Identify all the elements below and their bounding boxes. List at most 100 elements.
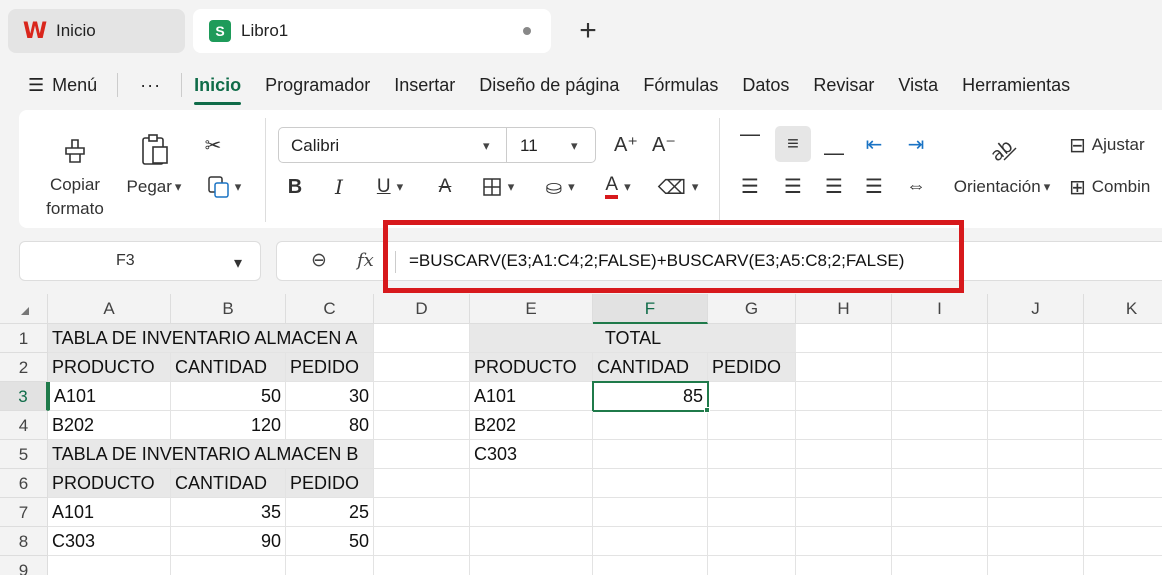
cell-a6[interactable]: PRODUCTO bbox=[48, 469, 171, 498]
copy-format-label-1[interactable]: Copiar bbox=[35, 174, 115, 196]
cell-b2[interactable]: CANTIDAD bbox=[171, 353, 286, 382]
row-header-7[interactable]: 7 bbox=[0, 498, 48, 527]
cell-a1[interactable]: TABLA DE INVENTARIO ALMACEN A bbox=[48, 324, 374, 353]
cell-f2[interactable]: CANTIDAD bbox=[593, 353, 708, 382]
column-header-a[interactable]: A bbox=[48, 294, 171, 324]
orientation-button[interactable]: Orientación ▾ bbox=[945, 176, 1059, 198]
merge-cells-button[interactable]: ⊞ Combin bbox=[1069, 172, 1162, 202]
borders-button[interactable]: ▾ bbox=[475, 172, 521, 202]
fill-color-button[interactable]: ⛀ ▾ bbox=[537, 172, 583, 202]
row-header-4[interactable]: 4 bbox=[0, 411, 48, 440]
new-tab-button[interactable]: + bbox=[574, 14, 602, 48]
row-header-1[interactable]: 1 bbox=[0, 324, 48, 353]
select-all-corner[interactable] bbox=[0, 294, 48, 324]
align-top-icon[interactable]: ⎺ bbox=[735, 128, 765, 160]
hamburger-icon[interactable]: ☰ bbox=[28, 75, 44, 96]
clear-format-button[interactable]: ⌫ ▾ bbox=[655, 172, 701, 202]
cell-c8[interactable]: 50 bbox=[286, 527, 374, 556]
menu-item-revisar[interactable]: Revisar bbox=[813, 75, 874, 96]
menu-item-programador[interactable]: Programador bbox=[265, 75, 370, 96]
more-options-button[interactable]: ··· bbox=[140, 75, 161, 96]
font-size-dropdown[interactable]: 11 bbox=[520, 136, 538, 156]
column-header-j[interactable]: J bbox=[988, 294, 1084, 324]
chevron-down-icon[interactable]: ▾ bbox=[234, 253, 242, 273]
column-header-h[interactable]: H bbox=[796, 294, 892, 324]
increase-font-icon[interactable]: A⁺ bbox=[611, 128, 641, 160]
cell-a2[interactable]: PRODUCTO bbox=[48, 353, 171, 382]
name-box[interactable]: F3 ▾ bbox=[19, 241, 261, 281]
row-header-8[interactable]: 8 bbox=[0, 527, 48, 556]
decrease-indent-icon[interactable]: ⇤ bbox=[859, 128, 889, 160]
cell-a3[interactable]: A101 bbox=[48, 382, 171, 411]
column-header-k[interactable]: K bbox=[1084, 294, 1162, 324]
cell-a8[interactable]: C303 bbox=[48, 527, 171, 556]
cell-a4[interactable]: B202 bbox=[48, 411, 171, 440]
zoom-formula-icon[interactable]: ⊖ bbox=[311, 249, 327, 272]
paste-button[interactable]: Pegar ▾ bbox=[122, 176, 186, 198]
cell-b4[interactable]: 120 bbox=[171, 411, 286, 440]
cell-g2[interactable]: PEDIDO bbox=[708, 353, 796, 382]
menu-button[interactable]: Menú bbox=[52, 75, 97, 96]
tab-workbook[interactable]: S Libro1 bbox=[193, 9, 551, 53]
row-header-6[interactable]: 6 bbox=[0, 469, 48, 498]
menu-item-formulas[interactable]: Fórmulas bbox=[643, 75, 718, 96]
cell-a7[interactable]: A101 bbox=[48, 498, 171, 527]
bold-icon[interactable]: B bbox=[281, 172, 309, 202]
menu-item-datos[interactable]: Datos bbox=[742, 75, 789, 96]
column-header-f[interactable]: F bbox=[593, 294, 708, 324]
row-header-9[interactable]: 9 bbox=[0, 556, 48, 575]
column-header-e[interactable]: E bbox=[470, 294, 593, 324]
underline-button[interactable]: U ▾ bbox=[367, 172, 413, 202]
cell-f3-active[interactable]: 85 bbox=[592, 381, 709, 412]
strikethrough-icon[interactable]: A bbox=[431, 172, 459, 202]
cell-f1-total[interactable]: TOTAL bbox=[470, 324, 796, 353]
copy-button[interactable]: ▾ bbox=[199, 172, 249, 202]
decrease-font-icon[interactable]: A⁻ bbox=[649, 128, 679, 160]
menu-item-vista[interactable]: Vista bbox=[898, 75, 938, 96]
font-color-button[interactable]: A ▾ bbox=[595, 172, 641, 202]
wrap-text-button[interactable]: ⊟ Ajustar bbox=[1069, 130, 1162, 160]
cell-c3[interactable]: 30 bbox=[286, 382, 374, 411]
column-header-i[interactable]: I bbox=[892, 294, 988, 324]
justify-icon[interactable]: ☰ bbox=[859, 170, 889, 202]
cell-c2[interactable]: PEDIDO bbox=[286, 353, 374, 382]
align-left-icon[interactable]: ☰ bbox=[735, 170, 765, 202]
chevron-down-icon[interactable]: ▾ bbox=[571, 138, 578, 154]
menu-item-insertar[interactable]: Insertar bbox=[394, 75, 455, 96]
cell-c4[interactable]: 80 bbox=[286, 411, 374, 440]
cell-c7[interactable]: 25 bbox=[286, 498, 374, 527]
cell-a5[interactable]: TABLA DE INVENTARIO ALMACEN B bbox=[48, 440, 374, 469]
column-header-d[interactable]: D bbox=[374, 294, 470, 324]
fill-handle[interactable] bbox=[704, 407, 710, 413]
cell-e2[interactable]: PRODUCTO bbox=[470, 353, 593, 382]
align-bottom-icon[interactable]: ⎽ bbox=[819, 128, 849, 160]
tab-home[interactable]: W Inicio bbox=[8, 9, 185, 53]
font-name-dropdown[interactable]: Calibri bbox=[291, 136, 339, 156]
copy-format-label-2[interactable]: formato bbox=[35, 198, 115, 220]
row-header-5[interactable]: 5 bbox=[0, 440, 48, 469]
distributed-icon[interactable]: ⇔ bbox=[901, 170, 931, 202]
row-header-3[interactable]: 3 bbox=[0, 382, 48, 411]
italic-icon[interactable]: I bbox=[325, 172, 353, 202]
cell-c6[interactable]: PEDIDO bbox=[286, 469, 374, 498]
column-header-g[interactable]: G bbox=[708, 294, 796, 324]
align-middle-icon[interactable]: ≡ bbox=[778, 128, 808, 160]
align-right-icon[interactable]: ☰ bbox=[819, 170, 849, 202]
row-header-2[interactable]: 2 bbox=[0, 353, 48, 382]
cell-e3[interactable]: A101 bbox=[470, 382, 593, 411]
cell-e4[interactable]: B202 bbox=[470, 411, 593, 440]
align-center-icon[interactable]: ☰ bbox=[778, 170, 808, 202]
menu-item-diseno-pagina[interactable]: Diseño de página bbox=[479, 75, 619, 96]
fx-icon[interactable]: fx bbox=[357, 250, 374, 271]
cut-icon[interactable]: ✂ bbox=[197, 130, 229, 160]
cell-b8[interactable]: 90 bbox=[171, 527, 286, 556]
column-header-b[interactable]: B bbox=[171, 294, 286, 324]
increase-indent-icon[interactable]: ⇥ bbox=[901, 128, 931, 160]
cell-b6[interactable]: CANTIDAD bbox=[171, 469, 286, 498]
cell-b3[interactable]: 50 bbox=[171, 382, 286, 411]
column-header-c[interactable]: C bbox=[286, 294, 374, 324]
chevron-down-icon[interactable]: ▾ bbox=[483, 138, 490, 154]
menu-item-herramientas[interactable]: Herramientas bbox=[962, 75, 1070, 96]
cell-e5[interactable]: C303 bbox=[470, 440, 593, 469]
cell-b7[interactable]: 35 bbox=[171, 498, 286, 527]
